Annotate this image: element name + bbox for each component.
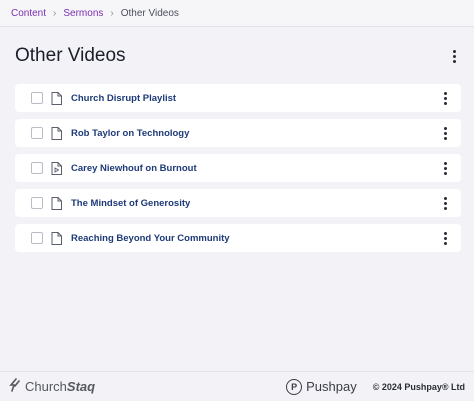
item-title[interactable]: The Mindset of Generosity <box>71 198 440 209</box>
page-title: Other Videos <box>15 45 126 66</box>
list-item: Carey Niewhouf on Burnout <box>15 154 461 182</box>
row-menu-kebab-icon[interactable] <box>440 231 450 245</box>
pushpay-mark-icon: P <box>286 378 303 395</box>
row-checkbox[interactable] <box>31 197 43 209</box>
breadcrumb-current: Other Videos <box>120 7 179 19</box>
list-item: Rob Taylor on Technology <box>15 119 461 147</box>
row-checkbox[interactable] <box>31 162 43 174</box>
row-menu-kebab-icon[interactable] <box>440 126 450 140</box>
video-list: Church Disrupt Playlist Rob Taylor on Te… <box>15 84 461 252</box>
brand-suffix: Staq <box>66 379 96 394</box>
row-checkbox[interactable] <box>31 232 43 244</box>
video-document-icon <box>51 161 62 175</box>
row-checkbox[interactable] <box>31 127 43 139</box>
page-menu-kebab-icon[interactable] <box>449 49 459 63</box>
breadcrumb: Content › Sermons › Other Videos <box>0 0 474 27</box>
chevron-right-icon: › <box>110 7 114 19</box>
footer: Church Staq P Pushpay © 2024 Pushpay® Ltd <box>0 371 474 401</box>
list-item: Church Disrupt Playlist <box>15 84 461 112</box>
item-title[interactable]: Carey Niewhouf on Burnout <box>71 163 440 174</box>
row-checkbox[interactable] <box>31 92 43 104</box>
row-menu-kebab-icon[interactable] <box>440 161 450 175</box>
row-menu-kebab-icon[interactable] <box>440 196 450 210</box>
document-icon <box>51 231 62 245</box>
list-item: Reaching Beyond Your Community <box>15 224 461 252</box>
copyright-text: © 2024 Pushpay® Ltd <box>372 381 465 392</box>
page-header: Other Videos <box>15 44 459 68</box>
item-title[interactable]: Reaching Beyond Your Community <box>71 233 440 244</box>
row-menu-kebab-icon[interactable] <box>440 91 450 105</box>
breadcrumb-link-content[interactable]: Content <box>11 8 46 19</box>
breadcrumb-link-sermons[interactable]: Sermons <box>63 8 103 19</box>
churchstaq-logo: Church Staq <box>9 378 95 395</box>
list-item: The Mindset of Generosity <box>15 189 461 217</box>
churchstaq-mark-icon <box>9 378 21 395</box>
item-title[interactable]: Church Disrupt Playlist <box>71 93 440 104</box>
document-icon <box>51 91 62 105</box>
document-icon <box>51 126 62 140</box>
document-icon <box>51 196 62 210</box>
item-title[interactable]: Rob Taylor on Technology <box>71 128 440 139</box>
pushpay-label: Pushpay <box>306 379 357 394</box>
chevron-right-icon: › <box>53 7 57 19</box>
brand-prefix: Church <box>25 379 67 394</box>
pushpay-logo: P Pushpay <box>286 378 357 395</box>
